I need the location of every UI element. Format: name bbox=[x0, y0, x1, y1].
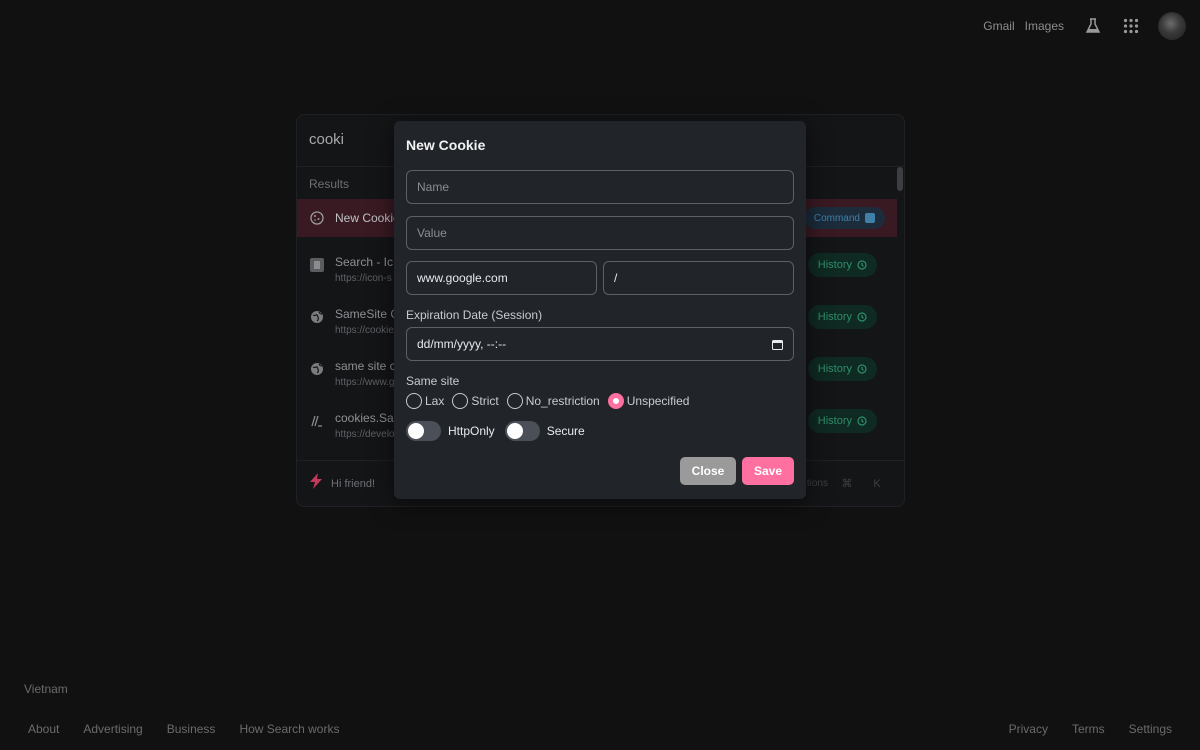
top-bar: Gmail Images bbox=[983, 10, 1186, 42]
radio-circle[interactable] bbox=[506, 393, 523, 409]
cookie-icon bbox=[309, 210, 325, 226]
footer-right-links: Privacy Terms Settings bbox=[1009, 722, 1172, 736]
command-badge: Command bbox=[803, 207, 885, 229]
radio-label: Unspecified bbox=[626, 394, 690, 408]
close-button[interactable]: Close bbox=[680, 457, 736, 485]
result-title: same site c bbox=[335, 359, 396, 373]
cookie-path-input[interactable] bbox=[603, 261, 794, 295]
toggle-knob bbox=[506, 423, 523, 439]
history-badge: History bbox=[807, 253, 877, 277]
footer-link-how-search-works[interactable]: How Search works bbox=[239, 722, 339, 736]
expiration-date-input[interactable]: dd/mm/yyyy, --:-- bbox=[406, 327, 794, 361]
radio-label: Lax bbox=[425, 394, 445, 408]
toggle-row: HttpOnly Secure bbox=[406, 421, 595, 441]
same-site-lax-radio[interactable]: Lax bbox=[406, 393, 444, 409]
radio-circle[interactable] bbox=[452, 393, 469, 409]
history-badge: History bbox=[807, 409, 877, 433]
command-badge-label: Command bbox=[813, 212, 860, 224]
radio-label: No_restriction bbox=[525, 394, 600, 408]
cookie-value-input[interactable] bbox=[406, 216, 794, 250]
footer-link-about[interactable]: About bbox=[28, 722, 59, 736]
result-url: https://icon-s bbox=[335, 273, 392, 284]
labs-flask-icon[interactable] bbox=[1082, 15, 1104, 37]
calendar-icon[interactable] bbox=[771, 338, 783, 350]
expiration-label: Expiration Date (Session) bbox=[406, 308, 543, 322]
cookie-name-input[interactable] bbox=[406, 170, 794, 204]
account-avatar[interactable] bbox=[1158, 12, 1186, 40]
save-button[interactable]: Save bbox=[742, 457, 794, 485]
k-key-icon[interactable]: K bbox=[870, 477, 884, 491]
footer-link-advertising[interactable]: Advertising bbox=[83, 722, 142, 736]
history-badge-label: History bbox=[817, 363, 852, 375]
globe-icon bbox=[309, 309, 325, 325]
result-title: SameSite C bbox=[335, 307, 400, 321]
history-clock-icon bbox=[857, 312, 867, 322]
history-badge: History bbox=[807, 357, 877, 381]
country-label: Vietnam bbox=[24, 682, 68, 696]
same-site-label: Same site bbox=[406, 374, 460, 388]
globe-icon bbox=[309, 361, 325, 377]
footer-link-privacy[interactable]: Privacy bbox=[1009, 722, 1048, 736]
history-clock-icon bbox=[857, 260, 867, 270]
radio-circle-checked[interactable] bbox=[607, 393, 624, 409]
result-url: https://cookie bbox=[335, 325, 394, 336]
history-clock-icon bbox=[857, 364, 867, 374]
enter-key-icon bbox=[865, 213, 875, 223]
history-badge-label: History bbox=[817, 311, 852, 323]
toggle-knob bbox=[408, 423, 424, 439]
http-only-label: HttpOnly bbox=[448, 424, 495, 438]
http-only-toggle[interactable] bbox=[406, 421, 441, 441]
same-site-strict-radio[interactable]: Strict bbox=[452, 393, 499, 409]
dialog-title: New Cookie bbox=[406, 137, 486, 153]
footer-actions-text: tions bbox=[806, 478, 828, 489]
result-title: Search - Ic bbox=[335, 255, 394, 269]
history-badge-label: History bbox=[817, 259, 852, 271]
radio-label: Strict bbox=[471, 394, 499, 408]
footer-link-settings[interactable]: Settings bbox=[1129, 722, 1172, 736]
result-title: New Cookie bbox=[335, 211, 400, 225]
mdn-icon bbox=[309, 413, 325, 429]
result-url: https://www.g bbox=[335, 377, 395, 388]
same-site-no-restriction-radio[interactable]: No_restriction bbox=[506, 393, 600, 409]
gmail-link[interactable]: Gmail bbox=[983, 19, 1014, 33]
footer-left-links: About Advertising Business How Search wo… bbox=[28, 722, 339, 736]
history-clock-icon bbox=[857, 416, 867, 426]
new-cookie-dialog: New Cookie Expiration Date (Session) dd/… bbox=[394, 121, 806, 499]
same-site-radio-group: Lax Strict No_restriction Unspecified bbox=[406, 393, 689, 409]
page-icon bbox=[309, 257, 325, 273]
history-badge-label: History bbox=[817, 415, 852, 427]
radio-circle[interactable] bbox=[406, 393, 422, 409]
images-link[interactable]: Images bbox=[1025, 19, 1064, 33]
same-site-unspecified-radio[interactable]: Unspecified bbox=[607, 393, 690, 409]
palette-scrollbar[interactable] bbox=[897, 167, 903, 191]
cookie-domain-input[interactable] bbox=[406, 261, 597, 295]
result-url: https://develo bbox=[335, 429, 395, 440]
secure-toggle[interactable] bbox=[504, 421, 540, 441]
apps-grid-icon[interactable] bbox=[1120, 15, 1142, 37]
footer-greeting: Hi friend! bbox=[331, 477, 376, 490]
secure-label: Secure bbox=[546, 424, 585, 438]
lightning-logo-icon bbox=[309, 473, 323, 494]
result-title: cookies.Sa bbox=[335, 411, 394, 425]
date-value: dd/mm/yyyy, --:-- bbox=[417, 337, 507, 351]
history-badge: History bbox=[807, 305, 877, 329]
footer-link-terms[interactable]: Terms bbox=[1072, 722, 1105, 736]
command-key-icon[interactable]: ⌘ bbox=[840, 477, 854, 491]
footer-link-business[interactable]: Business bbox=[167, 722, 216, 736]
